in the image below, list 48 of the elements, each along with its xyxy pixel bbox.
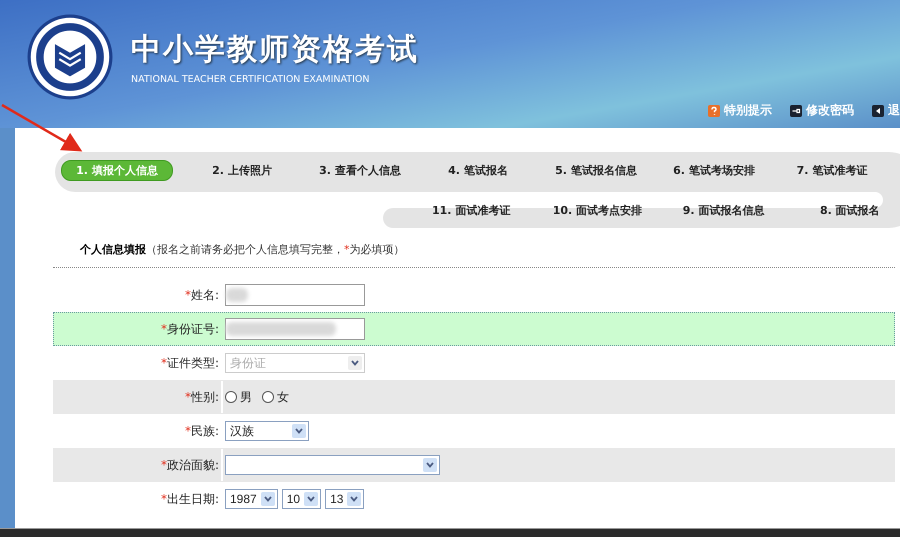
step-tab[interactable]: 2. 上传照片 xyxy=(183,160,301,180)
section-title: 个人信息填报 xyxy=(80,243,146,256)
dropdown[interactable]: 汉族 xyxy=(225,421,309,441)
field-label: 民族: xyxy=(190,422,219,440)
field-label: 证件类型: xyxy=(166,354,219,372)
site-subtitle: NATIONAL TEACHER CERTIFICATION EXAMINATION xyxy=(131,74,370,85)
required-mark: * xyxy=(184,424,191,438)
site-title: 中小学教师资格考试 xyxy=(131,31,419,69)
field-label: 身份证号: xyxy=(166,320,219,338)
required-mark: * xyxy=(160,458,167,472)
field-label: 姓名: xyxy=(190,286,219,304)
step-tab[interactable]: 11. 面试准考证 xyxy=(408,200,534,220)
date-dropdown[interactable]: 13 xyxy=(325,489,364,509)
text-field[interactable] xyxy=(225,284,365,306)
field-label: 出生日期: xyxy=(166,490,219,508)
dropdown-caret-icon xyxy=(304,492,318,506)
required-mark: * xyxy=(160,356,167,370)
date-dropdown[interactable]: 1987 xyxy=(225,489,278,509)
field-label: 性别: xyxy=(190,388,219,406)
required-mark: * xyxy=(184,390,191,404)
step-tab[interactable]: 4. 笔试报名 xyxy=(419,160,537,180)
required-mark: * xyxy=(160,322,167,336)
dropdown-caret-icon xyxy=(348,356,362,370)
required-mark: * xyxy=(160,492,167,506)
dropdown-caret-icon xyxy=(347,492,362,506)
radio-label: 男 xyxy=(240,388,252,406)
dropdown[interactable] xyxy=(225,455,440,475)
step-tab[interactable]: 9. 面试报名信息 xyxy=(660,200,787,220)
step-tab[interactable]: 7. 笔试准考证 xyxy=(773,160,891,180)
radio-button[interactable] xyxy=(225,391,237,403)
date-dropdown[interactable]: 10 xyxy=(282,489,322,509)
step-tab[interactable]: 3. 查看个人信息 xyxy=(301,160,419,180)
text-field[interactable] xyxy=(225,318,365,340)
key-icon xyxy=(790,104,802,116)
field-label: 政治面貌: xyxy=(166,456,219,474)
step-tab[interactable]: 10. 面试考点安排 xyxy=(534,200,660,220)
certification-logo-icon xyxy=(27,14,113,100)
dropdown-caret-icon xyxy=(423,458,437,472)
step-tab[interactable]: 8. 面试报名 xyxy=(786,200,900,220)
section-note: （报名之前请务必把个人信息填写完整，*为必填项） xyxy=(146,243,404,256)
dropdown-caret-icon xyxy=(260,492,275,506)
required-mark: * xyxy=(184,288,191,302)
radio-label: 女 xyxy=(277,388,289,406)
step-tab[interactable]: 5. 笔试报名信息 xyxy=(537,160,655,180)
help-icon xyxy=(708,104,720,116)
step-tab[interactable]: 6. 笔试考场安排 xyxy=(655,160,773,180)
dropdown-caret-icon xyxy=(292,424,306,438)
radio-button[interactable] xyxy=(262,391,274,403)
